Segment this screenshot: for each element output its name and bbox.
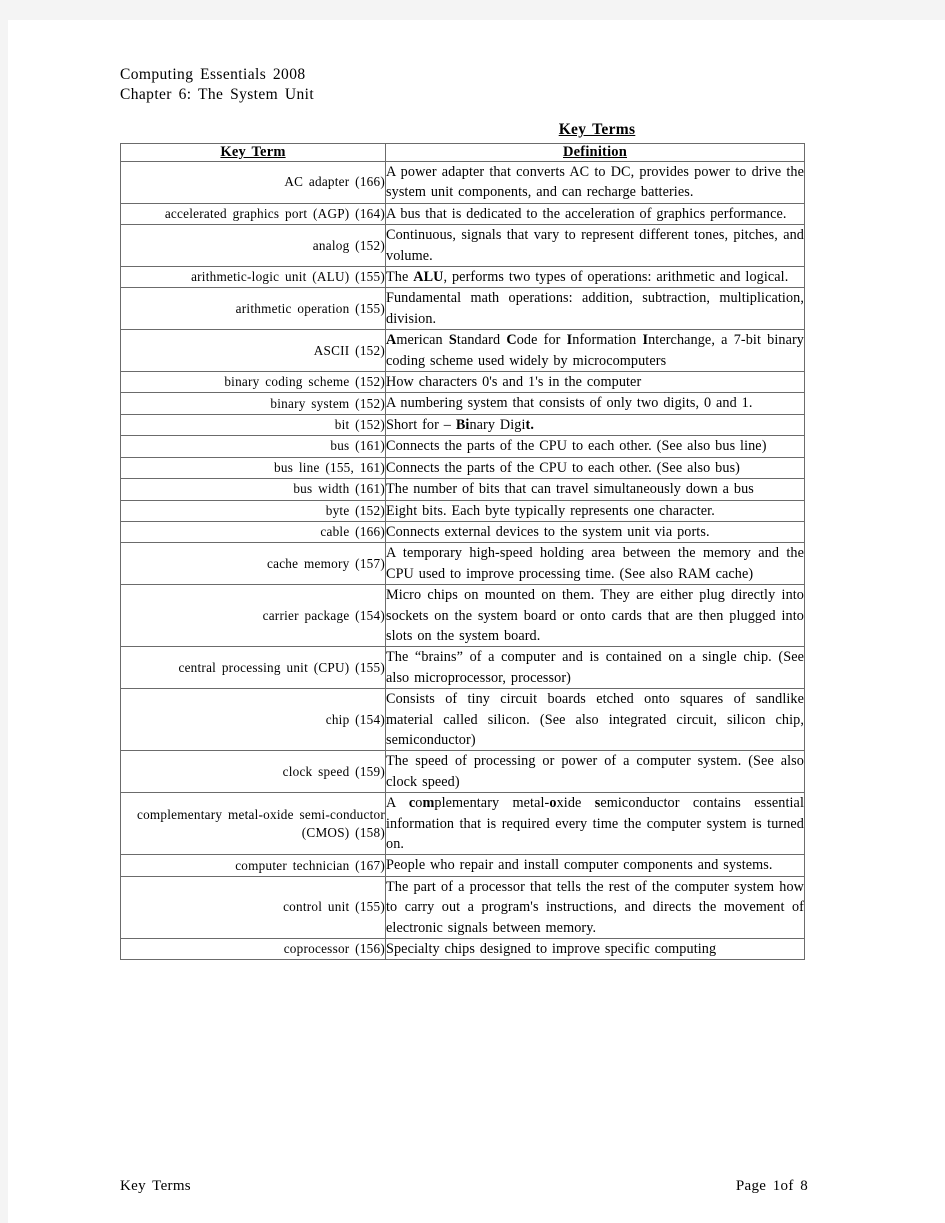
column-header-key-term-label: Key Term (220, 144, 286, 160)
table-row: complementary metal-oxide semi-conductor… (120, 792, 805, 856)
footer-left-text: Key Terms (120, 1178, 191, 1194)
term-cell: arithmetic-logic unit (ALU) (155) (120, 266, 386, 289)
definition-cell: Short for – Binary Digit. (385, 413, 805, 437)
definition-cell: A complementary metal-oxide semiconducto… (385, 792, 805, 856)
header-line-2: Chapter 6: The System Unit (120, 86, 315, 103)
definition-cell: A bus that is dedicated to the accelerat… (385, 202, 805, 226)
term-cell: bit (152) (120, 413, 386, 437)
term-cell: central processing unit (CPU) (155) (120, 646, 386, 690)
term-cell: AC adapter (166) (120, 161, 386, 204)
term-cell: bus (161) (120, 435, 386, 458)
document-body: Computing Essentials 2008 Chapter 6: The… (112, 65, 812, 961)
table-row: chip (154) Consists of tiny circuit board… (120, 688, 805, 752)
term-cell: complementary metal-oxide semi-conductor… (120, 792, 386, 856)
term-cell: binary coding scheme (152) (120, 371, 386, 394)
table-row: analog (152) Continuous, signals that var… (120, 224, 805, 268)
table-row: central processing unit (CPU) (155) The “… (120, 646, 805, 690)
definition-cell: American Standard Code for Information I… (385, 329, 805, 373)
term-cell: ASCII (152) (120, 329, 386, 373)
term-cell: binary system (152) (120, 392, 386, 415)
term-cell: carrier package (154) (120, 584, 386, 648)
table-body: AC adapter (166) A power adapter that con… (120, 161, 805, 961)
document-page: Computing Essentials 2008 Chapter 6: The… (8, 20, 945, 1223)
definition-cell: Micro chips on mounted on them. They are… (385, 584, 805, 648)
table-row: ASCII (152) American Standard Code for In… (120, 329, 805, 373)
term-cell: cache memory (157) (120, 542, 386, 586)
definition-cell: The part of a processor that tells the r… (385, 875, 805, 940)
term-cell: clock speed (159) (120, 750, 386, 794)
definition-cell: The speed of processing or power of a co… (385, 750, 805, 794)
table-row: byte (152) Eight bits. Each byte typicall… (120, 499, 805, 522)
definition-cell: Continuous, signals that vary to represe… (385, 224, 805, 268)
table-row: accelerated graphics port (AGP) (164) A b… (120, 202, 805, 226)
definition-cell: A power adapter that converts AC to DC, … (385, 161, 805, 204)
definition-cell: Connects external devices to the system … (385, 520, 805, 544)
term-cell: computer technician (167) (120, 854, 386, 877)
definition-cell: Connects the parts of the CPU to each ot… (385, 456, 805, 480)
footer-page-number: Page 1of 8 (735, 1178, 808, 1194)
table-row: cable (166) Connects external devices to … (120, 520, 805, 544)
definition-cell: Eight bits. Each byte typically represen… (385, 499, 805, 522)
column-header-key-term: Key Term (120, 143, 386, 162)
definition-cell: Specialty chips designed to improve spec… (385, 938, 805, 961)
page-title: Key Terms (558, 121, 636, 138)
table-row: binary system (152) A numbering system th… (120, 392, 805, 415)
term-cell: bus line (155, 161) (120, 456, 386, 480)
table-row: arithmetic-logic unit (ALU) (155) The ALU… (120, 266, 805, 289)
header-line-1: Computing Essentials 2008 (120, 66, 306, 83)
definition-cell: The “brains” of a computer and is contai… (385, 646, 805, 690)
definition-cell: Fundamental math operations: addition, s… (385, 287, 805, 331)
term-cell: control unit (155) (120, 875, 386, 940)
table-row: bus width (161) The number of bits that c… (120, 478, 805, 501)
column-header-definition-label: Definition (562, 144, 628, 160)
definition-cell: Connects the parts of the CPU to each ot… (385, 435, 805, 458)
term-cell: chip (154) (120, 688, 386, 752)
table-row: cache memory (157) A temporary high-speed… (120, 542, 805, 586)
key-terms-table: Key Term Definition AC adapter (166) A po… (120, 143, 805, 961)
term-cell: arithmetic operation (155) (120, 287, 386, 331)
table-row: AC adapter (166) A power adapter that con… (120, 161, 805, 204)
table-row: clock speed (159) The speed of processing… (120, 750, 805, 794)
table-row: bit (152) Short for – Binary Digit. (120, 413, 805, 437)
table-row: binary coding scheme (152) How characters… (120, 371, 805, 394)
term-cell: cable (166) (120, 520, 386, 544)
table-row: control unit (155) The part of a processo… (120, 875, 805, 940)
term-cell: analog (152) (120, 224, 386, 268)
definition-cell: A temporary high-speed holding area betw… (385, 542, 805, 586)
term-cell: coprocessor (156) (120, 938, 386, 961)
column-header-definition: Definition (385, 143, 805, 162)
term-cell: accelerated graphics port (AGP) (164) (120, 202, 386, 226)
term-cell: byte (152) (120, 499, 386, 522)
definition-cell: People who repair and install computer c… (385, 854, 805, 877)
definition-cell: How characters 0's and 1's in the comput… (385, 371, 805, 394)
term-cell: bus width (161) (120, 478, 386, 501)
definition-cell: Consists of tiny circuit boards etched o… (385, 688, 805, 752)
definition-cell: The ALU, performs two types of operation… (385, 266, 805, 289)
table-row: bus line (155, 161) Connects the parts of… (120, 456, 805, 480)
table-row: computer technician (167) People who repa… (120, 854, 805, 877)
definition-cell: The number of bits that can travel simul… (385, 478, 805, 501)
table-row: arithmetic operation (155) Fundamental ma… (120, 287, 805, 331)
table-row: carrier package (154) Micro chips on moun… (120, 584, 805, 648)
definition-cell: A numbering system that consists of only… (385, 392, 805, 415)
page-footer: Key Terms Page 1of 8 (120, 1178, 808, 1195)
table-row: coprocessor (156) Specialty chips designe… (120, 938, 805, 961)
table-header-row: Key Term Definition (120, 143, 805, 162)
document-header: Computing Essentials 2008 Chapter 6: The… (120, 65, 812, 105)
table-row: bus (161) Connects the parts of the CPU t… (120, 435, 805, 458)
